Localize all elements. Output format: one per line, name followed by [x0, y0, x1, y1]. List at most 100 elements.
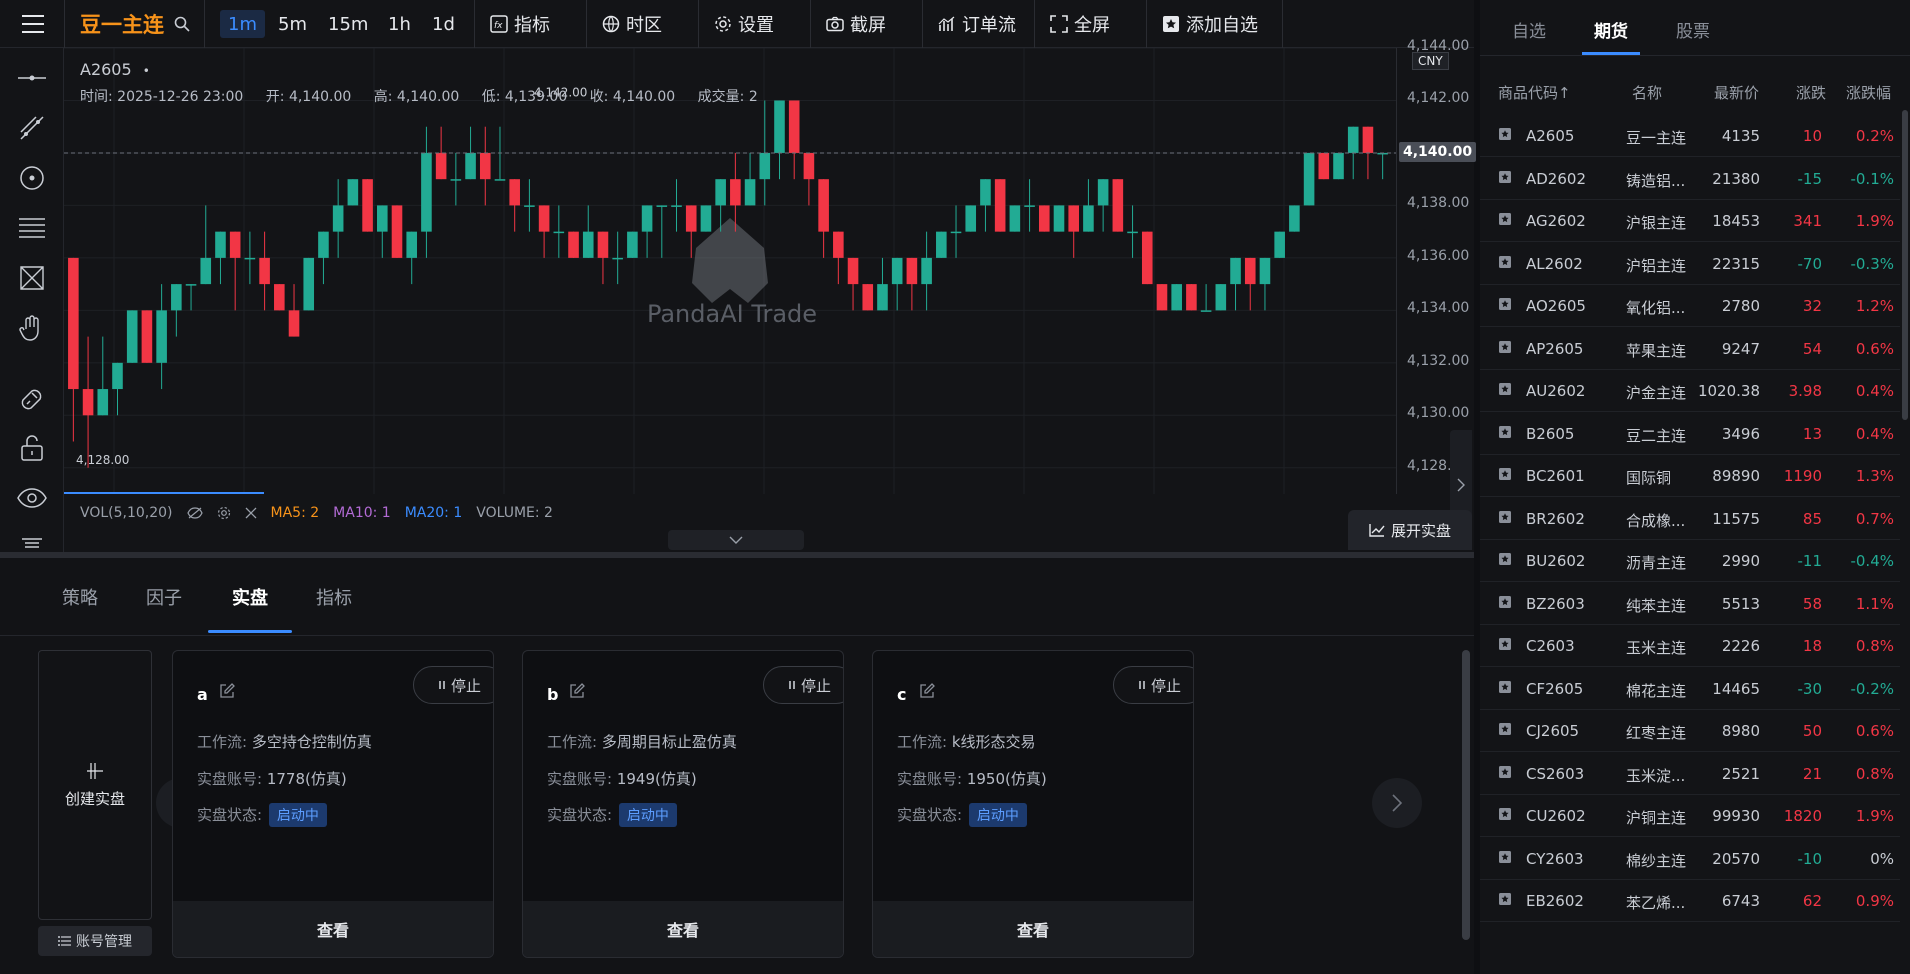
header-change[interactable]: 涨跌: [1796, 82, 1826, 103]
bookmark-icon[interactable]: [1498, 552, 1512, 570]
chart-area[interactable]: PandaAI Trade 4,142.00 4,128.00: [64, 48, 1474, 554]
pattern-tool[interactable]: [0, 258, 64, 298]
settings-button[interactable]: 设置: [714, 0, 774, 48]
edit-button[interactable]: [569, 683, 585, 703]
watchlist-row[interactable]: CU2602 沪铜主连 99930 1820 1.9%: [1480, 795, 1900, 837]
view-button[interactable]: 查看: [173, 901, 493, 957]
hide-eye-icon[interactable]: [186, 507, 203, 519]
watchlist-row[interactable]: AU2602 沪金主连 1020.38 3.98 0.4%: [1480, 370, 1900, 412]
bookmark-icon[interactable]: [1498, 637, 1512, 655]
interval-15m[interactable]: 15m: [320, 10, 376, 38]
watchlist-row[interactable]: AL2602 沪铝主连 22315 -70 -0.3%: [1480, 243, 1900, 285]
create-live-button[interactable]: 创建实盘: [38, 650, 152, 920]
collapse-handle[interactable]: [668, 530, 804, 550]
tab-factor[interactable]: 因子: [146, 584, 182, 610]
view-button[interactable]: 查看: [523, 901, 843, 957]
bookmark-icon[interactable]: [1498, 680, 1512, 698]
price-axis[interactable]: 4,144.004,142.004,140.004,138.004,136.00…: [1396, 38, 1477, 494]
watchlist-row[interactable]: AO2605 氧化铝... 2780 32 1.2%: [1480, 285, 1900, 327]
watchlist-row[interactable]: EB2602 苯乙烯... 6743 62 0.9%: [1480, 880, 1900, 922]
magnet-tool[interactable]: [0, 378, 64, 418]
bookmark-icon[interactable]: [1498, 212, 1512, 230]
view-button[interactable]: 查看: [873, 901, 1193, 957]
indicator-button[interactable]: fx 指标: [490, 0, 550, 48]
interval-5m[interactable]: 5m: [270, 10, 315, 38]
bookmark-icon[interactable]: [1498, 467, 1512, 485]
symbol-search-button[interactable]: [174, 0, 190, 48]
delete-tool[interactable]: [0, 528, 64, 552]
bookmark-icon[interactable]: [1498, 892, 1512, 910]
candle-body: [509, 179, 520, 206]
edit-button[interactable]: [219, 683, 235, 703]
fullscreen-button[interactable]: 全屏: [1050, 0, 1110, 48]
carousel-next-button[interactable]: [1372, 778, 1422, 828]
bookmark-icon[interactable]: [1498, 127, 1512, 145]
watchlist-row[interactable]: BZ2603 纯苯主连 5513 58 1.1%: [1480, 583, 1900, 625]
interval-1m[interactable]: 1m: [220, 10, 265, 38]
watchlist-row[interactable]: B2605 豆二主连 3496 13 0.4%: [1480, 413, 1900, 455]
live-card: c 停止 工作流: k线形态交易 实盘账号: 1950(仿真) 实盘状态: 启动…: [872, 650, 1194, 958]
stop-button[interactable]: 停止: [1113, 666, 1193, 704]
header-code[interactable]: 商品代码↑: [1498, 82, 1571, 103]
orderflow-button[interactable]: 订单流: [938, 0, 1016, 48]
close-icon[interactable]: [245, 507, 257, 519]
watchlist-row[interactable]: CJ2605 红枣主连 8980 50 0.6%: [1480, 710, 1900, 752]
tab-indicator[interactable]: 指标: [316, 584, 352, 610]
expand-live-button[interactable]: 展开实盘: [1348, 510, 1472, 550]
watchlist-row[interactable]: AP2605 苹果主连 9247 54 0.6%: [1480, 328, 1900, 370]
visibility-tool[interactable]: [0, 478, 64, 518]
interval-1h[interactable]: 1h: [380, 10, 419, 38]
symbol-name[interactable]: 豆一主连: [80, 0, 164, 48]
lock-tool[interactable]: [0, 428, 64, 468]
tab-stocks[interactable]: 股票: [1676, 17, 1710, 42]
bookmark-icon[interactable]: [1498, 722, 1512, 740]
settings-gear-icon[interactable]: [217, 506, 231, 520]
watchlist-row[interactable]: AG2602 沪银主连 18453 341 1.9%: [1480, 200, 1900, 242]
bookmark-icon[interactable]: [1498, 382, 1512, 400]
account-management-button[interactable]: 账号管理: [38, 926, 152, 956]
header-name[interactable]: 名称: [1632, 82, 1662, 103]
edit-button[interactable]: [919, 683, 935, 703]
watchlist-scrollbar[interactable]: [1902, 110, 1908, 420]
bookmark-icon[interactable]: [1498, 425, 1512, 443]
tab-strategy[interactable]: 策略: [62, 584, 98, 610]
bookmark-icon[interactable]: [1498, 297, 1512, 315]
bookmark-icon[interactable]: [1498, 765, 1512, 783]
bookmark-icon[interactable]: [1498, 595, 1512, 613]
screenshot-button[interactable]: 截屏: [826, 0, 886, 48]
bookmark-icon[interactable]: [1498, 255, 1512, 273]
crosshair-tool[interactable]: [0, 58, 64, 98]
watchlist-row[interactable]: CF2605 棉花主连 14465 -30 -0.2%: [1480, 668, 1900, 710]
watchlist-row[interactable]: BC2601 国际铜 89890 1190 1.3%: [1480, 455, 1900, 497]
menu-button[interactable]: [8, 0, 58, 48]
candlestick-chart[interactable]: PandaAI Trade4,142.004,128.00: [64, 48, 1396, 494]
watchlist-row[interactable]: BU2602 沥青主连 2990 -11 -0.4%: [1480, 540, 1900, 582]
bookmark-icon[interactable]: [1498, 510, 1512, 528]
hand-tool[interactable]: [0, 308, 64, 348]
watchlist-row[interactable]: CS2603 玉米淀... 2521 21 0.8%: [1480, 753, 1900, 795]
tab-live[interactable]: 实盘: [232, 584, 268, 610]
bookmark-icon[interactable]: [1498, 850, 1512, 868]
tab-futures[interactable]: 期货: [1594, 17, 1628, 42]
watchlist-row[interactable]: CY2603 棉纱主连 20570 -10 0%: [1480, 838, 1900, 880]
watchlist-row[interactable]: A2605 豆一主连 4135 10 0.2%: [1480, 115, 1900, 157]
trendline-tool[interactable]: [0, 108, 64, 148]
add-watchlist-button[interactable]: 添加自选: [1162, 0, 1258, 48]
tab-favorites[interactable]: 自选: [1512, 17, 1546, 42]
bookmark-icon[interactable]: [1498, 807, 1512, 825]
fib-tool[interactable]: [0, 208, 64, 248]
interval-1d[interactable]: 1d: [424, 10, 463, 38]
header-change-pct[interactable]: 涨跌幅: [1846, 82, 1891, 103]
watchlist-row[interactable]: BR2602 合成橡... 11575 85 0.7%: [1480, 498, 1900, 540]
header-last[interactable]: 最新价: [1714, 82, 1759, 103]
stop-button[interactable]: 停止: [763, 666, 843, 704]
circle-tool[interactable]: [0, 158, 64, 198]
watchlist-row[interactable]: C2603 玉米主连 2226 18 0.8%: [1480, 625, 1900, 667]
timezone-button[interactable]: 时区: [602, 0, 662, 48]
bookmark-icon[interactable]: [1498, 340, 1512, 358]
stop-button[interactable]: 停止: [413, 666, 493, 704]
watchlist-row[interactable]: AD2602 铸造铝... 21380 -15 -0.1%: [1480, 158, 1900, 200]
live-card: a 停止 工作流: 多空持仓控制仿真 实盘账号: 1778(仿真) 实盘状态: …: [172, 650, 494, 958]
bottom-scrollbar[interactable]: [1462, 650, 1470, 940]
bookmark-icon[interactable]: [1498, 170, 1512, 188]
